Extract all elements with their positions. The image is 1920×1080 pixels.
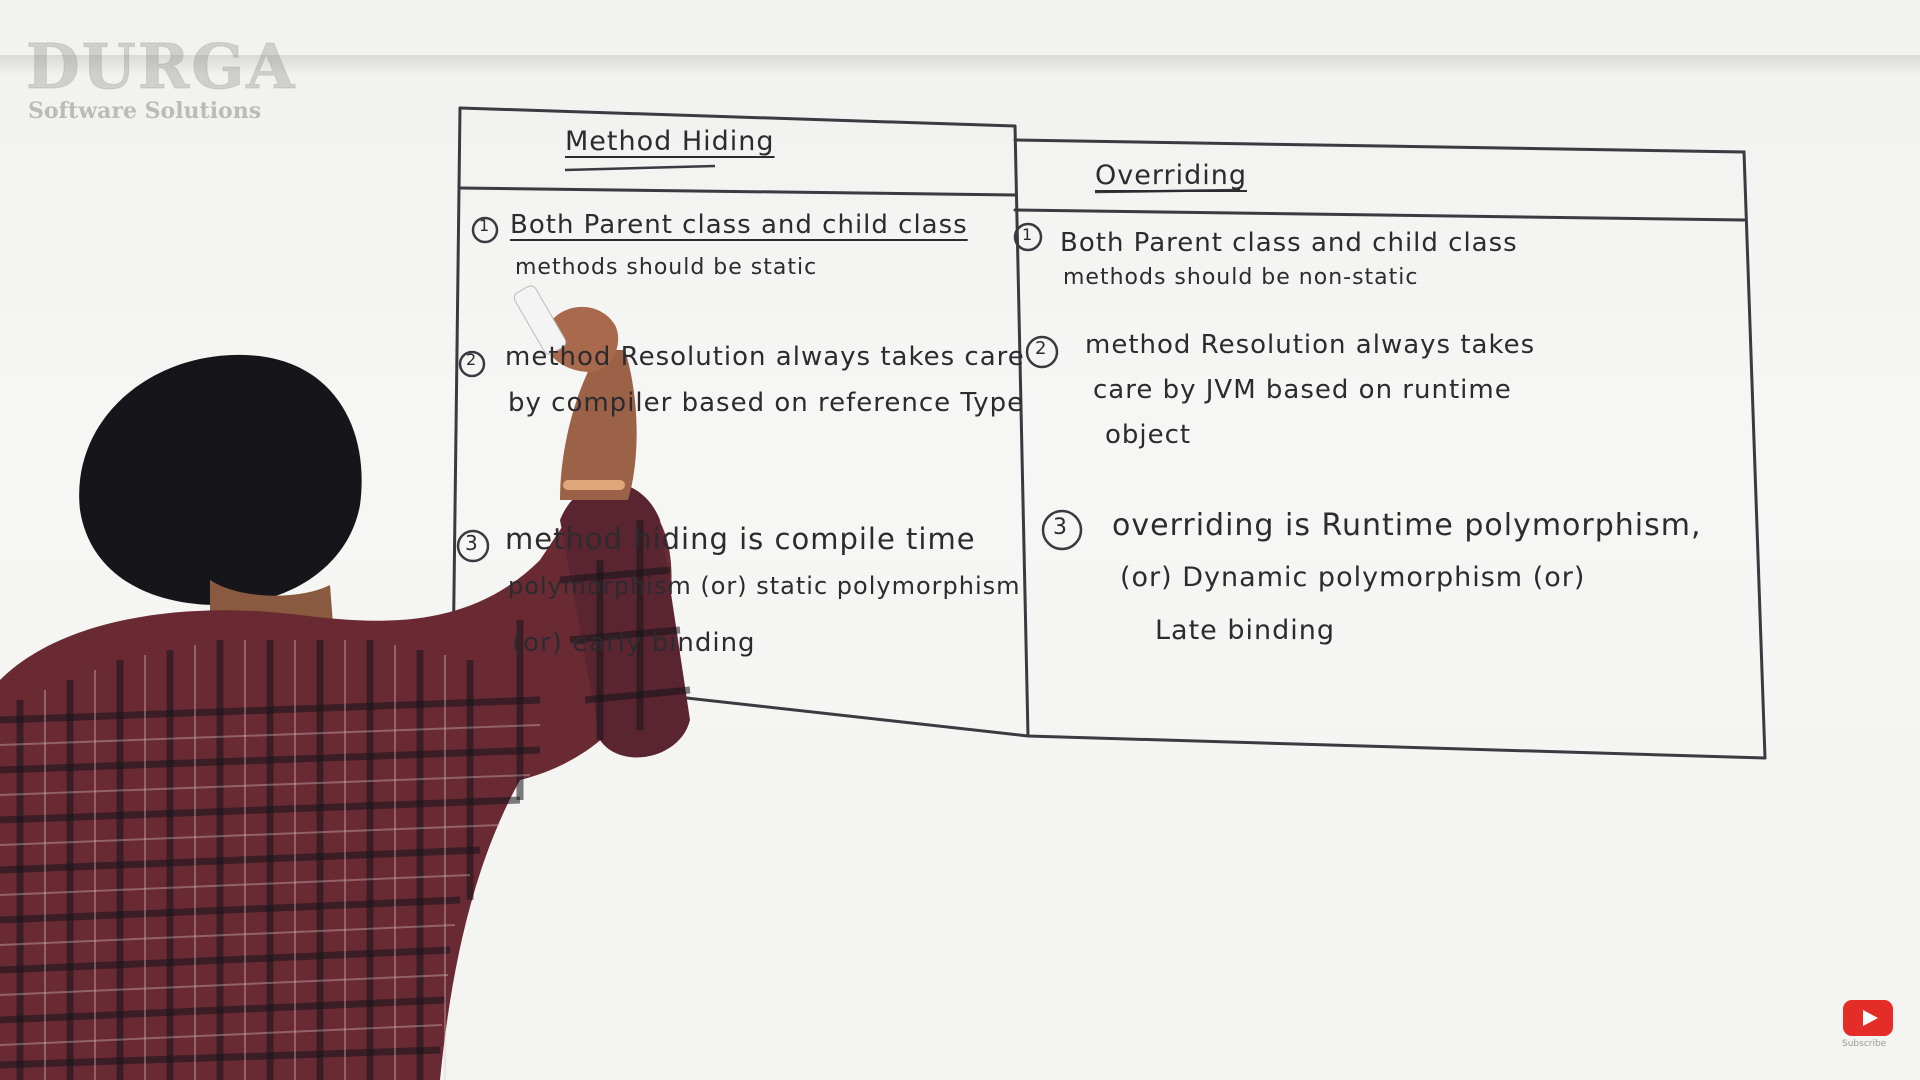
left-header: Method Hiding (565, 126, 775, 157)
right-header: Overriding (1095, 160, 1247, 191)
table-outer-left (451, 106, 462, 674)
right-row-2-line-2: care by JVM based on runtime (1093, 375, 1512, 405)
lecturer-hair (79, 354, 362, 606)
lecturer-arm (560, 350, 637, 500)
left-row-2-num: 2 (466, 350, 478, 369)
header-line-right (1013, 208, 1746, 222)
right-row-1-num: 1 (1022, 225, 1034, 244)
left-row-3-line-3: (or) early binding (512, 628, 756, 658)
header-line-left (458, 186, 1017, 197)
lecture-frame: DURGA Software Solutions Method Hiding O… (0, 0, 1920, 1080)
youtube-subscribe-icon[interactable] (1843, 1000, 1893, 1036)
right-row-1-line-1: Both Parent class and child class (1060, 228, 1518, 258)
right-row-3-line-1: overriding is Runtime polymorphism, (1112, 508, 1702, 543)
right-row-2-line-1: method Resolution always takes (1085, 330, 1536, 360)
left-row-3-line-2: polymorphism (or) static polymorphism (508, 572, 1021, 600)
table-top-left (458, 106, 1017, 128)
right-row-3-line-3: Late binding (1155, 615, 1336, 646)
right-row-3-line-2: (or) Dynamic polymorphism (or) (1120, 562, 1586, 593)
left-row-3-num: 3 (465, 531, 479, 555)
lecturer-bracelet (563, 480, 625, 490)
header-underline-left (564, 164, 716, 172)
left-row-3-line-1: method hiding is compile time (505, 522, 976, 556)
right-row-2-line-3: object (1105, 420, 1192, 450)
right-row-3-num: 3 (1053, 515, 1068, 540)
left-row-1-line-1: Both Parent class and child class (510, 210, 968, 240)
left-row-2-line-2: by compiler based on reference Type (508, 388, 1025, 418)
left-row-1-num: 1 (479, 216, 491, 235)
right-row-2-num: 2 (1035, 338, 1048, 359)
table-divider (1013, 124, 1030, 738)
left-row-2-line-1: method Resolution always takes care (505, 342, 1025, 372)
youtube-subscribe-label[interactable]: Subscribe (1842, 1039, 1886, 1049)
left-row-1-line-2: methods should be static (515, 255, 818, 280)
right-row-1-line-2: methods should be non-static (1063, 265, 1419, 290)
